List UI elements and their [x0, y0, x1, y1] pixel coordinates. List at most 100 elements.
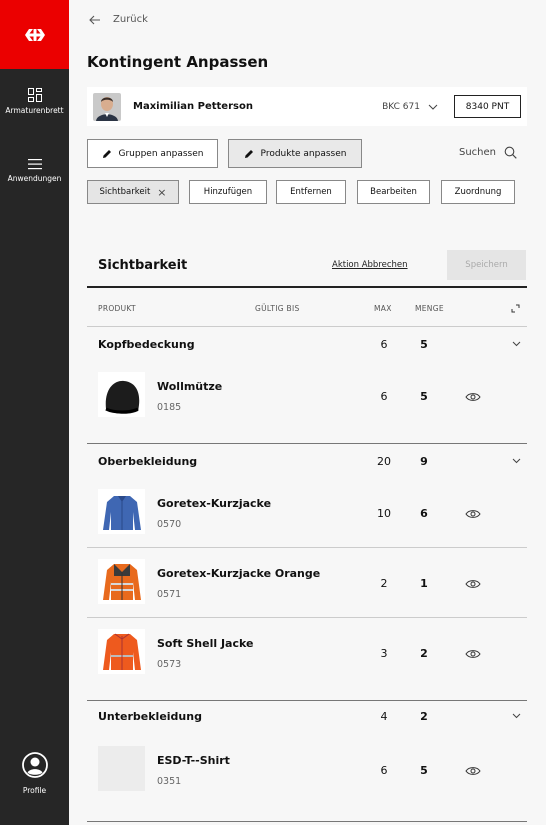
chevron-down-icon[interactable]	[512, 341, 521, 347]
group-name: Unterbekleidung	[98, 710, 202, 723]
menu-icon	[27, 159, 42, 170]
column-header-max: MAX	[374, 304, 392, 313]
save-button[interactable]: Speichern	[447, 250, 526, 280]
profile-icon	[21, 752, 48, 778]
eye-icon[interactable]	[465, 766, 481, 776]
product-quantity: 1	[420, 577, 428, 590]
sbb-logo-icon	[24, 28, 45, 41]
group-max: 20	[377, 455, 391, 468]
sidebar-item-profile[interactable]: Profile	[0, 752, 69, 795]
expand-icon[interactable]	[511, 304, 520, 313]
group-name: Oberbekleidung	[98, 455, 198, 468]
group-quantity: 2	[420, 710, 428, 723]
product-code: 0351	[157, 776, 182, 787]
adjust-products-label: Produkte anpassen	[260, 148, 347, 159]
group-quantity: 9	[420, 455, 428, 468]
blue-jacket-image	[102, 495, 141, 530]
account-value: BKC 671	[382, 101, 420, 112]
beanie-image	[104, 380, 139, 414]
eye-icon[interactable]	[465, 649, 481, 659]
account-select[interactable]: BKC 671	[382, 102, 438, 112]
product-name: Wollmütze	[157, 380, 223, 393]
adjust-groups-label: Gruppen anpassen	[118, 148, 204, 159]
softshell-jacket-image	[102, 633, 141, 670]
product-name: ESD-T--Shirt	[157, 754, 230, 767]
product-quantity: 5	[420, 764, 428, 777]
product-thumbnail-placeholder	[98, 746, 145, 791]
sidebar-item-label: Profile	[22, 786, 47, 795]
divider	[87, 286, 527, 288]
chip-label: Hinzufügen	[203, 187, 253, 197]
product-name: Goretex-Kurzjacke	[157, 497, 272, 510]
product-max: 6	[380, 390, 388, 403]
sbb-logo[interactable]	[0, 0, 69, 69]
column-header-product: PRODUKT	[98, 304, 136, 313]
group-quantity: 5	[420, 338, 428, 351]
product-thumbnail	[98, 559, 145, 604]
page-title: Kontingent Anpassen	[87, 53, 269, 71]
chevron-down-icon[interactable]	[512, 713, 521, 719]
divider	[87, 547, 527, 548]
eye-icon[interactable]	[465, 579, 481, 589]
pencil-icon	[244, 149, 253, 158]
product-thumbnail	[98, 372, 145, 417]
sidebar-item-label: Anwendungen	[7, 174, 62, 183]
product-quantity: 5	[420, 390, 428, 403]
avatar	[93, 92, 121, 121]
chip-edit[interactable]: Bearbeiten	[357, 180, 430, 204]
user-name: Maximilian Petterson	[133, 101, 253, 112]
product-code: 0185	[157, 402, 182, 413]
group-max: 4	[380, 710, 388, 723]
arrow-left-icon	[89, 15, 100, 24]
action-bar: Gruppen anpassen Produkte anpassen Suche…	[87, 139, 527, 168]
sidebar-item-dashboard[interactable]: Armaturenbrett	[0, 88, 69, 115]
chip-label: Sichtbarkeit	[99, 187, 151, 197]
product-max: 2	[380, 577, 388, 590]
chip-assignment[interactable]: Zuordnung	[441, 180, 515, 204]
chip-add[interactable]: Hinzufügen	[189, 180, 267, 204]
main-content: Zurück Kontingent Anpassen Maximilian Pe…	[69, 0, 546, 825]
back-label: Zurück	[113, 14, 148, 25]
product-max: 10	[377, 507, 391, 520]
sidebar-item-label: Armaturenbrett	[5, 106, 64, 115]
eye-icon[interactable]	[465, 509, 481, 519]
back-link[interactable]: Zurück	[89, 14, 148, 25]
chip-visibility[interactable]: Sichtbarkeit ×	[87, 180, 179, 204]
chevron-down-icon	[428, 104, 438, 110]
search-icon	[504, 146, 517, 159]
column-header-valid-until: GÜLTIG BIS	[255, 304, 300, 313]
orange-jacket-image	[102, 563, 141, 600]
sidebar-item-applications[interactable]: Anwendungen	[0, 158, 69, 183]
group-row[interactable]: Oberbekleidung 20 9 Goretex-Kurzjacke 05…	[87, 443, 527, 700]
adjust-groups-button[interactable]: Gruppen anpassen	[87, 139, 218, 168]
chip-remove[interactable]: Entfernen	[276, 180, 346, 204]
adjust-products-button[interactable]: Produkte anpassen	[228, 139, 362, 168]
abort-action-link[interactable]: Aktion Abbrechen	[332, 260, 408, 270]
product-code: 0573	[157, 659, 182, 670]
search-button[interactable]: Suchen	[459, 146, 517, 159]
product-code: 0571	[157, 589, 182, 600]
group-row[interactable]: Unterbekleidung 4 2 ESD-T--Shirt 0351 6 …	[87, 700, 527, 820]
divider	[87, 821, 527, 822]
group-name: Kopfbedeckung	[98, 338, 195, 351]
eye-icon[interactable]	[465, 392, 481, 402]
column-header-quantity: MENGE	[415, 304, 444, 313]
close-icon[interactable]: ×	[157, 186, 166, 199]
pencil-icon	[102, 149, 111, 158]
product-quantity: 2	[420, 647, 428, 660]
product-thumbnail	[98, 489, 145, 534]
chevron-down-icon[interactable]	[512, 458, 521, 464]
group-max: 6	[380, 338, 388, 351]
group-row[interactable]: Kopfbedeckung 6 5 Wollmütze 0185 6 5	[87, 326, 527, 443]
chip-label: Bearbeiten	[370, 187, 417, 197]
search-label: Suchen	[458, 147, 496, 158]
product-name: Soft Shell Jacke	[157, 637, 254, 650]
visibility-panel: Sichtbarkeit Aktion Abbrechen Speichern …	[87, 244, 527, 825]
user-card: Maximilian Petterson BKC 671 8340 PNT	[87, 87, 527, 126]
product-quantity: 6	[420, 507, 428, 520]
divider	[87, 617, 527, 618]
chip-label: Entfernen	[290, 187, 332, 197]
product-code: 0570	[157, 519, 182, 530]
product-max: 6	[380, 764, 388, 777]
product-max: 3	[380, 647, 388, 660]
